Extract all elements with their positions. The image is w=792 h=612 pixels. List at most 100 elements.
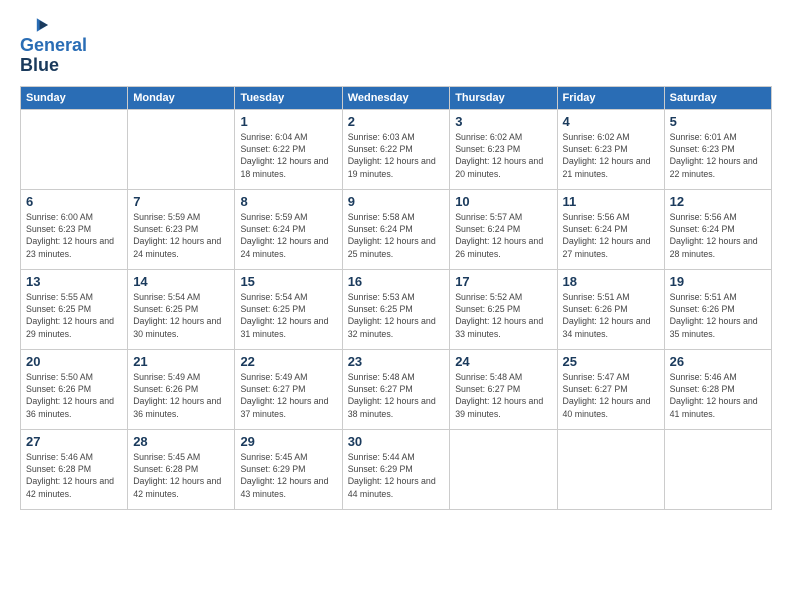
calendar-cell: 10Sunrise: 5:57 AMSunset: 6:24 PMDayligh…: [450, 189, 557, 269]
day-info: Sunrise: 6:03 AMSunset: 6:22 PMDaylight:…: [348, 131, 445, 180]
day-number: 1: [240, 114, 336, 129]
day-number: 9: [348, 194, 445, 209]
day-info: Sunrise: 5:51 AMSunset: 6:26 PMDaylight:…: [563, 291, 659, 340]
day-info: Sunrise: 5:56 AMSunset: 6:24 PMDaylight:…: [563, 211, 659, 260]
day-number: 2: [348, 114, 445, 129]
day-info: Sunrise: 5:52 AMSunset: 6:25 PMDaylight:…: [455, 291, 551, 340]
day-number: 4: [563, 114, 659, 129]
calendar-cell: 27 Sunrise: 5:46 AMSunset: 6:28 PMDayligh…: [21, 429, 128, 509]
calendar-cell: 16 Sunrise: 5:53 AMSunset: 6:25 PMDayligh…: [342, 269, 450, 349]
day-info: Sunrise: 5:44 AMSunset: 6:29 PMDaylight:…: [348, 451, 445, 500]
day-number: 11: [563, 194, 659, 209]
calendar-cell: 9Sunrise: 5:58 AMSunset: 6:24 PMDaylight…: [342, 189, 450, 269]
calendar-cell: 13Sunrise: 5:55 AMSunset: 6:25 PMDayligh…: [21, 269, 128, 349]
calendar-week-3: 13Sunrise: 5:55 AMSunset: 6:25 PMDayligh…: [21, 269, 772, 349]
day-number: 16: [348, 274, 445, 289]
day-header-monday: Monday: [128, 86, 235, 109]
day-header-sunday: Sunday: [21, 86, 128, 109]
day-number: 15: [240, 274, 336, 289]
day-number: 18: [563, 274, 659, 289]
calendar-cell: 5 Sunrise: 6:01 AMSunset: 6:23 PMDaylight…: [664, 109, 771, 189]
calendar-week-2: 6 Sunrise: 6:00 AMSunset: 6:23 PMDaylight…: [21, 189, 772, 269]
calendar-cell: 7 Sunrise: 5:59 AMSunset: 6:23 PMDaylight…: [128, 189, 235, 269]
day-info: Sunrise: 5:48 AMSunset: 6:27 PMDaylight:…: [455, 371, 551, 420]
calendar-cell: 21Sunrise: 5:49 AMSunset: 6:26 PMDayligh…: [128, 349, 235, 429]
calendar-cell: [128, 109, 235, 189]
calendar-header-row: SundayMondayTuesdayWednesdayThursdayFrid…: [21, 86, 772, 109]
day-number: 29: [240, 434, 336, 449]
day-number: 19: [670, 274, 766, 289]
day-header-thursday: Thursday: [450, 86, 557, 109]
day-number: 5: [670, 114, 766, 129]
day-number: 27: [26, 434, 122, 449]
day-header-tuesday: Tuesday: [235, 86, 342, 109]
day-header-saturday: Saturday: [664, 86, 771, 109]
calendar-week-1: 1 Sunrise: 6:04 AMSunset: 6:22 PMDaylight…: [21, 109, 772, 189]
calendar-cell: 18 Sunrise: 5:51 AMSunset: 6:26 PMDayligh…: [557, 269, 664, 349]
day-number: 30: [348, 434, 445, 449]
calendar-cell: 12Sunrise: 5:56 AMSunset: 6:24 PMDayligh…: [664, 189, 771, 269]
day-info: Sunrise: 5:45 AMSunset: 6:28 PMDaylight:…: [133, 451, 229, 500]
calendar-week-5: 27 Sunrise: 5:46 AMSunset: 6:28 PMDayligh…: [21, 429, 772, 509]
logo-text: General Blue: [20, 36, 87, 76]
day-number: 25: [563, 354, 659, 369]
day-info: Sunrise: 5:59 AMSunset: 6:23 PMDaylight:…: [133, 211, 229, 260]
day-header-wednesday: Wednesday: [342, 86, 450, 109]
day-number: 20: [26, 354, 122, 369]
day-number: 21: [133, 354, 229, 369]
day-info: Sunrise: 6:02 AMSunset: 6:23 PMDaylight:…: [563, 131, 659, 180]
calendar-cell: 24 Sunrise: 5:48 AMSunset: 6:27 PMDayligh…: [450, 349, 557, 429]
day-info: Sunrise: 5:57 AMSunset: 6:24 PMDaylight:…: [455, 211, 551, 260]
day-info: Sunrise: 5:51 AMSunset: 6:26 PMDaylight:…: [670, 291, 766, 340]
day-info: Sunrise: 5:46 AMSunset: 6:28 PMDaylight:…: [26, 451, 122, 500]
day-info: Sunrise: 6:00 AMSunset: 6:23 PMDaylight:…: [26, 211, 122, 260]
calendar-cell: 20 Sunrise: 5:50 AMSunset: 6:26 PMDayligh…: [21, 349, 128, 429]
calendar-cell: [21, 109, 128, 189]
day-info: Sunrise: 5:50 AMSunset: 6:26 PMDaylight:…: [26, 371, 122, 420]
calendar-cell: 17 Sunrise: 5:52 AMSunset: 6:25 PMDayligh…: [450, 269, 557, 349]
calendar-cell: 8 Sunrise: 5:59 AMSunset: 6:24 PMDaylight…: [235, 189, 342, 269]
day-number: 7: [133, 194, 229, 209]
calendar-cell: 25Sunrise: 5:47 AMSunset: 6:27 PMDayligh…: [557, 349, 664, 429]
calendar-cell: 11 Sunrise: 5:56 AMSunset: 6:24 PMDayligh…: [557, 189, 664, 269]
calendar-cell: 14 Sunrise: 5:54 AMSunset: 6:25 PMDayligh…: [128, 269, 235, 349]
day-number: 28: [133, 434, 229, 449]
calendar-cell: 29Sunrise: 5:45 AMSunset: 6:29 PMDayligh…: [235, 429, 342, 509]
calendar-cell: 15Sunrise: 5:54 AMSunset: 6:25 PMDayligh…: [235, 269, 342, 349]
day-number: 12: [670, 194, 766, 209]
logo-icon: [20, 16, 48, 34]
day-info: Sunrise: 6:04 AMSunset: 6:22 PMDaylight:…: [240, 131, 336, 180]
page-header: General Blue: [20, 16, 772, 76]
day-info: Sunrise: 5:49 AMSunset: 6:27 PMDaylight:…: [240, 371, 336, 420]
calendar-cell: 19 Sunrise: 5:51 AMSunset: 6:26 PMDayligh…: [664, 269, 771, 349]
day-number: 13: [26, 274, 122, 289]
calendar-body: 1 Sunrise: 6:04 AMSunset: 6:22 PMDaylight…: [21, 109, 772, 509]
calendar-cell: 2 Sunrise: 6:03 AMSunset: 6:22 PMDaylight…: [342, 109, 450, 189]
day-number: 22: [240, 354, 336, 369]
day-info: Sunrise: 5:54 AMSunset: 6:25 PMDaylight:…: [133, 291, 229, 340]
day-info: Sunrise: 5:59 AMSunset: 6:24 PMDaylight:…: [240, 211, 336, 260]
day-info: Sunrise: 5:53 AMSunset: 6:25 PMDaylight:…: [348, 291, 445, 340]
day-number: 6: [26, 194, 122, 209]
calendar-cell: [557, 429, 664, 509]
calendar-cell: [664, 429, 771, 509]
day-header-friday: Friday: [557, 86, 664, 109]
day-info: Sunrise: 6:02 AMSunset: 6:23 PMDaylight:…: [455, 131, 551, 180]
calendar-table: SundayMondayTuesdayWednesdayThursdayFrid…: [20, 86, 772, 510]
day-number: 3: [455, 114, 551, 129]
calendar-cell: 6 Sunrise: 6:00 AMSunset: 6:23 PMDaylight…: [21, 189, 128, 269]
day-number: 14: [133, 274, 229, 289]
calendar-week-4: 20 Sunrise: 5:50 AMSunset: 6:26 PMDayligh…: [21, 349, 772, 429]
day-number: 26: [670, 354, 766, 369]
day-info: Sunrise: 6:01 AMSunset: 6:23 PMDaylight:…: [670, 131, 766, 180]
calendar-cell: 4 Sunrise: 6:02 AMSunset: 6:23 PMDaylight…: [557, 109, 664, 189]
calendar-cell: 3 Sunrise: 6:02 AMSunset: 6:23 PMDaylight…: [450, 109, 557, 189]
day-number: 17: [455, 274, 551, 289]
day-number: 24: [455, 354, 551, 369]
day-info: Sunrise: 5:46 AMSunset: 6:28 PMDaylight:…: [670, 371, 766, 420]
calendar-cell: 30 Sunrise: 5:44 AMSunset: 6:29 PMDayligh…: [342, 429, 450, 509]
day-number: 8: [240, 194, 336, 209]
calendar-cell: 28 Sunrise: 5:45 AMSunset: 6:28 PMDayligh…: [128, 429, 235, 509]
calendar-cell: 22 Sunrise: 5:49 AMSunset: 6:27 PMDayligh…: [235, 349, 342, 429]
calendar-cell: 26 Sunrise: 5:46 AMSunset: 6:28 PMDayligh…: [664, 349, 771, 429]
